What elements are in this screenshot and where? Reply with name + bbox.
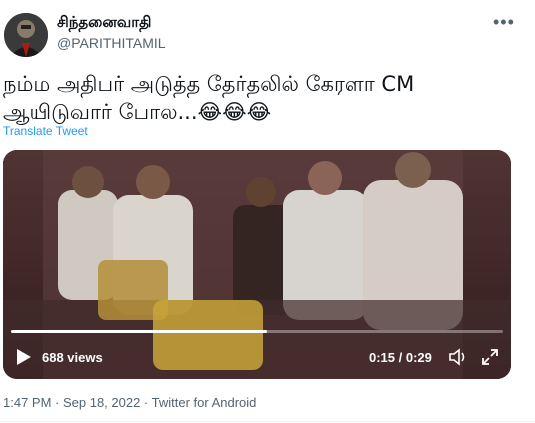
volume-icon[interactable] xyxy=(448,348,468,366)
avatar-image xyxy=(4,13,48,57)
tweet-text-line-2: ஆயிடுவார் போல...😂😂😂 xyxy=(3,100,272,124)
display-name[interactable]: சிந்தனைவாதி xyxy=(57,14,151,33)
video-player[interactable]: 688 views 0:15 / 0:29 xyxy=(3,150,511,379)
video-time: 0:15 / 0:29 xyxy=(369,350,432,365)
video-progress-bar[interactable] xyxy=(11,330,503,333)
tweet-text-line-1: நம்ம அதிபர் அடுத்த தேர்தலில் கேரளா CM xyxy=(3,72,415,96)
video-progress-fill xyxy=(11,330,267,333)
play-icon[interactable] xyxy=(16,348,32,366)
translate-tweet-link[interactable]: Translate Tweet xyxy=(3,124,88,138)
avatar[interactable] xyxy=(4,13,48,57)
view-count: 688 views xyxy=(42,350,103,365)
fullscreen-icon[interactable] xyxy=(481,348,499,366)
tweet-text: நம்ம அதிபர் அடுத்த தேர்தலில் கேரளா CM ஆய… xyxy=(3,70,523,126)
video-frame xyxy=(3,150,511,379)
user-handle[interactable]: @PARITHITAMIL xyxy=(57,35,166,51)
more-options-icon[interactable]: ••• xyxy=(493,12,515,33)
divider xyxy=(0,421,535,422)
tweet-timestamp[interactable]: 1:47 PM · Sep 18, 2022 · Twitter for And… xyxy=(3,395,256,410)
